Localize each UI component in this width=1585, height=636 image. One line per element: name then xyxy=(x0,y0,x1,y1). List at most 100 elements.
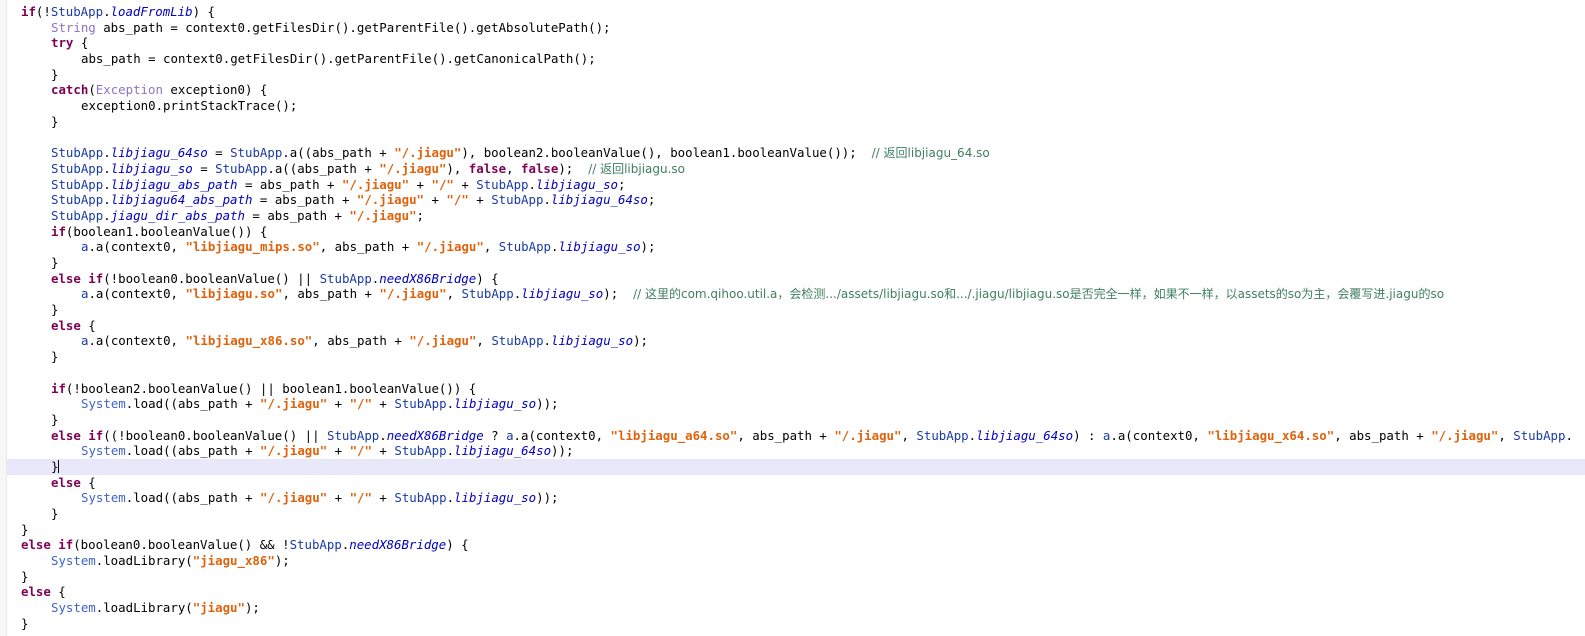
code-text: ) { xyxy=(446,537,469,553)
code-text: , abs_path + xyxy=(1334,427,1432,443)
code-line[interactable]: else { xyxy=(7,318,1585,334)
code-line[interactable]: } xyxy=(7,616,1585,632)
system-class: System xyxy=(81,396,126,412)
code-text: { xyxy=(80,474,96,490)
code-line[interactable]: if(!StubApp.loadFromLib) { xyxy=(7,4,1585,20)
code-text: .a((abs_path + xyxy=(282,145,395,161)
static-field: libjiagu_so xyxy=(521,286,604,302)
string-literal: "/.jiagu" xyxy=(260,443,328,459)
code-text: )); xyxy=(551,443,574,459)
code-text: . xyxy=(103,4,111,19)
code-line[interactable]: a.a(context0, "libjiagu_x86.so", abs_pat… xyxy=(7,333,1585,349)
code-text: ), xyxy=(446,160,469,176)
code-line[interactable]: else if(!boolean0.booleanValue() || Stub… xyxy=(7,271,1585,287)
code-line[interactable]: System.load((abs_path + "/.jiagu" + "/" … xyxy=(7,490,1585,506)
code-text: = xyxy=(207,145,231,161)
code-line[interactable]: System.load((abs_path + "/.jiagu" + "/" … xyxy=(7,396,1585,412)
string-literal: "/.jiagu" xyxy=(341,176,410,192)
static-field: libjiagu_64so xyxy=(110,145,208,161)
code-text: ) : xyxy=(1073,427,1103,443)
code-line[interactable]: a.a(context0, "libjiagu.so", abs_path + … xyxy=(7,286,1585,302)
code-text: } xyxy=(51,113,59,129)
code-text: } xyxy=(21,568,29,584)
string-literal: "/.jiagu" xyxy=(416,239,484,255)
code-text: (boolean0.booleanValue() && ! xyxy=(73,537,290,553)
code-text: . xyxy=(968,427,977,443)
code-line[interactable]: String abs_path = context0.getFilesDir()… xyxy=(7,20,1585,36)
keyword: else if xyxy=(21,537,74,553)
code-text: ); xyxy=(244,600,260,616)
code-text: . xyxy=(543,333,552,349)
code-line-current[interactable]: } xyxy=(7,458,1585,475)
code-line[interactable]: } xyxy=(7,506,1585,522)
code-line[interactable]: try { xyxy=(7,35,1585,51)
code-line[interactable]: } xyxy=(7,522,1585,538)
code-line[interactable]: abs_path = context0.getFilesDir().getPar… xyxy=(7,51,1585,67)
code-line[interactable]: if(boolean1.booleanValue()) { xyxy=(7,224,1585,240)
code-line[interactable]: StubApp.libjiagu64_abs_path = abs_path +… xyxy=(7,192,1585,208)
code-line[interactable]: ​ xyxy=(7,130,1585,146)
code-line[interactable]: } xyxy=(7,349,1585,365)
string-literal: "/.jiagu" xyxy=(260,490,328,506)
code-text: } xyxy=(51,255,59,270)
code-line[interactable]: else if((!boolean0.booleanValue() || Stu… xyxy=(7,428,1585,444)
code-text: , xyxy=(483,239,499,255)
code-text: . xyxy=(103,207,111,223)
editor-gutter xyxy=(0,0,7,636)
code-line[interactable]: catch(Exception exception0) { xyxy=(7,82,1585,98)
code-line[interactable]: } xyxy=(7,67,1585,83)
code-text: ); xyxy=(603,286,634,302)
code-text: + xyxy=(327,396,350,412)
code-line[interactable]: } xyxy=(7,569,1585,585)
keyword: else if xyxy=(51,427,104,443)
comment: // 返回libjiagu.so xyxy=(588,161,686,176)
code-line[interactable]: else { xyxy=(7,584,1585,600)
code-line[interactable]: ​ xyxy=(7,365,1585,381)
class-ref: StubApp xyxy=(51,207,104,223)
code-line[interactable]: System.loadLibrary("jiagu"); xyxy=(7,600,1585,616)
class-ref: StubApp xyxy=(394,490,447,506)
code-line[interactable]: else if(boolean0.booleanValue() && !Stub… xyxy=(7,537,1585,553)
code-line[interactable]: System.loadLibrary("jiagu_x86"); xyxy=(7,553,1585,569)
code-text: ) { xyxy=(476,270,499,286)
code-line[interactable]: } xyxy=(7,114,1585,130)
code-text: .loadLibrary( xyxy=(95,600,193,616)
class-ref: StubApp xyxy=(51,192,104,208)
code-text: .a(context0, xyxy=(88,286,186,302)
type-name: String xyxy=(51,19,96,35)
keyword: false xyxy=(521,160,559,176)
code-text: { xyxy=(80,317,96,333)
code-line[interactable]: } xyxy=(7,412,1585,428)
code-line[interactable]: StubApp.libjiagu_64so = StubApp.a((abs_p… xyxy=(7,145,1585,161)
code-line[interactable]: } xyxy=(7,302,1585,318)
system-class: System xyxy=(51,553,96,569)
code-text: ); xyxy=(558,160,589,176)
code-line[interactable]: StubApp.libjiagu_so = StubApp.a((abs_pat… xyxy=(7,161,1585,177)
static-field: libjiagu_so xyxy=(535,176,619,192)
string-literal: "libjiagu_x86.so" xyxy=(185,333,313,349)
code-line[interactable]: a.a(context0, "libjiagu_mips.so", abs_pa… xyxy=(7,239,1585,255)
static-field: libjiagu_64so xyxy=(976,427,1074,443)
code-text: } xyxy=(21,521,29,537)
code-area[interactable]: if(!StubApp.loadFromLib) {String abs_pat… xyxy=(7,4,1585,632)
code-text: .a((abs_path + xyxy=(267,160,380,176)
string-literal: "jiagu" xyxy=(192,600,245,616)
code-text: , xyxy=(901,427,917,443)
code-text: ); xyxy=(633,333,648,349)
class-ref: StubApp xyxy=(394,443,447,459)
code-line[interactable]: if(!boolean2.booleanValue() || boolean1.… xyxy=(7,381,1585,397)
code-line[interactable]: exception0.printStackTrace(); xyxy=(7,98,1585,114)
code-line[interactable]: else { xyxy=(7,475,1585,491)
code-line[interactable]: StubApp.libjiagu_abs_path = abs_path + "… xyxy=(7,177,1585,193)
code-editor[interactable]: if(!StubApp.loadFromLib) {String abs_pat… xyxy=(0,0,1585,636)
class-ref: StubApp xyxy=(327,427,380,443)
code-line[interactable]: } xyxy=(7,255,1585,271)
code-line[interactable]: System.load((abs_path + "/.jiagu" + "/" … xyxy=(7,443,1585,459)
class-ref: StubApp xyxy=(394,396,447,412)
code-text: , abs_path + xyxy=(312,333,410,349)
code-text: . xyxy=(446,443,455,459)
static-field: libjiagu_abs_path xyxy=(110,176,238,192)
text-caret xyxy=(58,459,60,473)
code-text: .load((abs_path + xyxy=(125,490,261,506)
code-line[interactable]: StubApp.jiagu_dir_abs_path = abs_path + … xyxy=(7,208,1585,224)
